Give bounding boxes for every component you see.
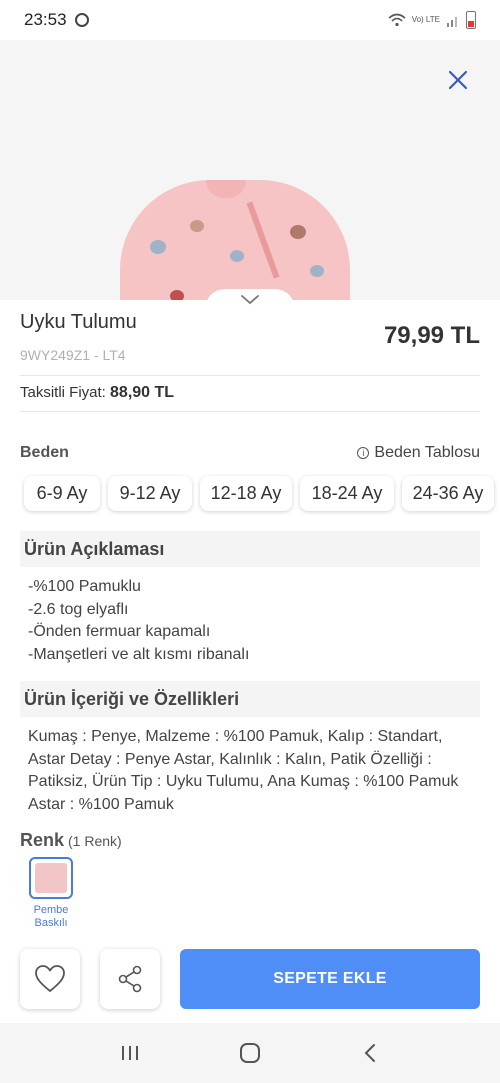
product-price: 79,99 TL xyxy=(383,322,480,349)
installment-price: 88,90 TL xyxy=(110,384,175,401)
features-line: Kumaş : Penye, Malzeme : %100 Pamuk, Kal… xyxy=(28,728,443,745)
swatch-name-line: Baskılı xyxy=(34,917,68,929)
size-table-link[interactable]: i Beden Tablosu xyxy=(357,444,480,462)
chevron-down-icon xyxy=(241,295,259,305)
description-line: -Önden fermuar kapamalı xyxy=(28,623,211,640)
size-option[interactable]: 12-18 Ay xyxy=(200,476,292,511)
battery-icon xyxy=(466,11,476,29)
signal-icon xyxy=(447,17,457,27)
description-line: -2.6 tog elyaflı xyxy=(28,600,129,618)
back-button[interactable] xyxy=(350,1033,390,1073)
product-sku: 9WY249Z1 - LT4 xyxy=(20,347,126,363)
garment-illustration xyxy=(120,180,350,302)
wifi-icon xyxy=(388,13,406,27)
size-table-label: Beden Tablosu xyxy=(374,444,480,461)
recent-apps-icon xyxy=(122,1046,138,1060)
add-to-cart-button[interactable]: SEPETE EKLE xyxy=(180,949,480,1009)
description-line: -%100 Pamuklu xyxy=(28,578,141,595)
home-icon xyxy=(240,1043,260,1063)
favorite-button[interactable] xyxy=(20,949,80,1009)
features-header: Ürün İçeriği ve Özellikleri xyxy=(20,681,480,717)
color-label-text: Renk xyxy=(20,830,65,850)
color-count: (1 Renk) xyxy=(68,833,122,849)
product-image xyxy=(0,40,500,302)
size-options: 6-9 Ay 9-12 Ay 12-18 Ay 18-24 Ay 24-36 A… xyxy=(24,476,494,511)
size-option[interactable]: 6-9 Ay xyxy=(24,476,100,511)
features-line: Astar : %100 Pamuk xyxy=(28,795,174,813)
system-nav-bar xyxy=(0,1023,500,1083)
swatch-name-line: Pembe xyxy=(33,904,69,916)
heart-icon xyxy=(35,965,65,992)
share-icon xyxy=(118,965,142,993)
back-icon xyxy=(364,1044,375,1062)
divider xyxy=(20,411,480,412)
recent-apps-button[interactable] xyxy=(110,1033,150,1073)
description-line: -Manşetleri ve alt kısmı ribanalı xyxy=(28,645,250,663)
share-button[interactable] xyxy=(100,949,160,1009)
size-option[interactable]: 18-24 Ay xyxy=(300,476,394,511)
color-label: Renk (1 Renk) xyxy=(20,830,122,851)
installment-price-row: Taksitli Fiyat: 88,90 TL xyxy=(20,384,174,402)
size-option[interactable]: 24-36 Ay xyxy=(402,476,494,511)
color-swatch-label: Pembe Baskılı xyxy=(20,904,82,930)
description-list: -%100 Pamuklu -2.6 tog elyaflı -Önden fe… xyxy=(28,576,249,666)
size-option[interactable]: 9-12 Ay xyxy=(108,476,192,511)
installment-label: Taksitli Fiyat: xyxy=(20,384,106,401)
close-icon xyxy=(448,70,468,90)
size-label: Beden xyxy=(20,444,69,461)
features-line: Patiksiz, Ürün Tip : Uyku Tulumu, Ana Ku… xyxy=(28,773,459,790)
features-line: Astar Detay : Penye Astar, Kalınlık : Ka… xyxy=(28,750,432,768)
divider xyxy=(20,375,480,376)
features-text: Kumaş : Penye, Malzeme : %100 Pamuk, Kal… xyxy=(28,726,482,816)
home-button[interactable] xyxy=(230,1033,270,1073)
status-bar: 23:53 Vo) LTE xyxy=(0,0,500,40)
swatch-color xyxy=(35,863,67,893)
status-icons: Vo) LTE xyxy=(388,11,476,29)
volte-indicator: Vo) LTE xyxy=(411,15,440,24)
product-title: Uyku Tulumu xyxy=(20,311,137,333)
collapse-handle[interactable] xyxy=(205,289,295,311)
info-icon: i xyxy=(357,447,370,459)
status-time: 23:53 xyxy=(24,10,67,29)
close-button[interactable] xyxy=(444,66,472,94)
color-swatch-pembe[interactable] xyxy=(29,857,73,899)
description-header: Ürün Açıklaması xyxy=(20,531,480,567)
sync-icon xyxy=(74,13,89,27)
